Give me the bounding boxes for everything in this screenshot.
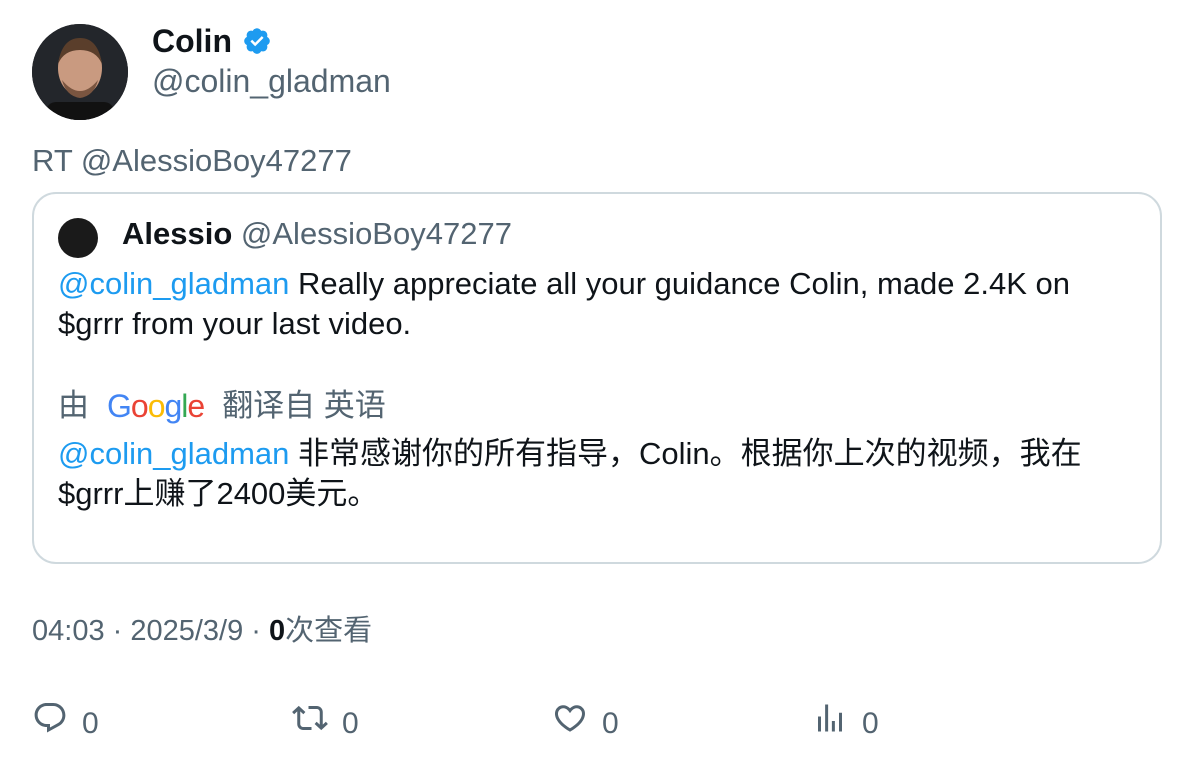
author-name[interactable]: Colin — [152, 22, 232, 60]
quoted-tweet-text: @colin_gladman Really appreciate all you… — [58, 264, 1138, 344]
views-label: 次查看 — [285, 615, 373, 647]
views-button[interactable]: 0 — [812, 700, 879, 747]
author-name-row[interactable]: Colin — [152, 22, 272, 60]
verified-badge-icon[interactable] — [242, 26, 272, 56]
tweet-meta: 04:03 · 2025/3/9 · 0次查看 — [32, 612, 372, 650]
views-action-count: 0 — [862, 706, 879, 740]
quoted-author-avatar[interactable] — [58, 218, 98, 258]
like-count: 0 — [602, 706, 619, 740]
translate-prefix: 由 — [58, 388, 89, 423]
translation-attribution: 由 Google 翻译自 英语 — [58, 386, 386, 426]
retweet-count: 0 — [342, 706, 359, 740]
author-handle[interactable]: @colin_gladman — [152, 62, 391, 100]
quoted-tweet-card[interactable]: Alessio @AlessioBoy47277 @colin_gladman … — [32, 192, 1162, 564]
translated-mention-link[interactable]: @colin_gladman — [58, 436, 289, 471]
reply-icon[interactable] — [32, 700, 68, 747]
quoted-author-handle[interactable]: @AlessioBoy47277 — [241, 216, 512, 251]
quoted-author-name[interactable]: Alessio — [122, 216, 232, 251]
quoted-author-header[interactable]: Alessio @AlessioBoy47277 — [122, 214, 512, 254]
reply-button[interactable]: 0 — [32, 700, 99, 747]
translate-suffix: 翻译自 英语 — [222, 388, 386, 423]
analytics-icon[interactable] — [812, 700, 848, 747]
translated-tweet-text: @colin_gladman 非常感谢你的所有指导，Colin。根据你上次的视频… — [58, 434, 1138, 514]
retweet-button[interactable]: 0 — [292, 700, 359, 747]
google-logo: Google — [107, 388, 205, 424]
mention-link[interactable]: @colin_gladman — [58, 266, 289, 301]
author-avatar[interactable] — [32, 24, 128, 120]
reply-count: 0 — [82, 706, 99, 740]
heart-icon[interactable] — [552, 700, 588, 747]
tweet-timestamp[interactable]: 04:03 · 2025/3/9 · — [32, 615, 269, 647]
views-count: 0 — [269, 615, 286, 647]
like-button[interactable]: 0 — [552, 700, 619, 747]
retweet-icon[interactable] — [292, 700, 328, 747]
retweet-line: RT @AlessioBoy47277 — [32, 143, 352, 178]
